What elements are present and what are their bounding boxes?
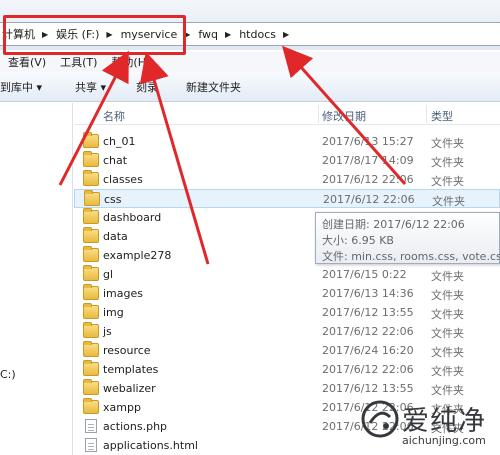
column-header-name[interactable]: 名称 xyxy=(103,108,125,124)
tooltip-line-size: 大小: 6.95 KB xyxy=(322,234,394,247)
tooltip-line-files: 文件: min.css, rooms.css, vote.css xyxy=(322,250,500,263)
share-button[interactable]: 共享 ▾ xyxy=(75,79,106,95)
command-bar: 到库中 ▾ 共享 ▾ 刻录 新建文件夹 xyxy=(0,72,500,102)
folder-icon xyxy=(83,208,99,224)
nav-drive-label[interactable]: C:) xyxy=(0,368,16,381)
folder-icon xyxy=(83,398,99,414)
folder-icon xyxy=(83,360,99,376)
folder-icon xyxy=(83,303,99,319)
watermark-logo-icon xyxy=(361,400,399,438)
column-header-type[interactable]: 类型 xyxy=(431,108,453,124)
folder-icon xyxy=(83,132,99,148)
chevron-right-icon[interactable]: ▶ xyxy=(220,30,237,39)
folder-icon xyxy=(84,190,100,206)
new-folder-button[interactable]: 新建文件夹 xyxy=(186,79,241,95)
breadcrumb-item-fwq[interactable]: fwq ▶ xyxy=(196,22,237,46)
navigation-pane[interactable] xyxy=(0,103,73,455)
watermark-url: aichunjing.com xyxy=(402,434,486,447)
file-icon xyxy=(85,419,97,433)
list-item[interactable]: img 2017/6/12 13:55 文件夹 xyxy=(74,303,500,322)
folder-icon xyxy=(83,170,99,186)
folder-icon xyxy=(83,246,99,262)
burn-button[interactable]: 刻录 xyxy=(136,79,158,95)
include-library-button[interactable]: 到库中 ▾ xyxy=(0,79,42,95)
folder-icon xyxy=(83,227,99,243)
folder-icon xyxy=(83,151,99,167)
column-headers: 名称 修改日期 类型 xyxy=(74,103,500,125)
list-item[interactable]: resource 2017/6/24 16:20 文件夹 xyxy=(74,341,500,360)
watermark: 爱纯净 aichunjing.com xyxy=(360,397,498,453)
annotation-highlight-box xyxy=(3,15,186,55)
folder-icon xyxy=(83,322,99,338)
menu-item-help[interactable]: 帮助(H) xyxy=(111,54,150,70)
file-tooltip: 创建日期: 2017/6/12 22:06 大小: 6.95 KB 文件: mi… xyxy=(315,212,500,264)
menu-item-view[interactable]: 查看(V) xyxy=(8,54,46,70)
list-item-selected[interactable]: css 2017/6/12 22:06 文件夹 xyxy=(74,189,500,208)
column-divider[interactable] xyxy=(318,105,319,123)
folder-icon xyxy=(83,284,99,300)
folder-icon xyxy=(83,341,99,357)
folder-icon xyxy=(83,379,99,395)
file-icon xyxy=(85,438,97,452)
column-divider[interactable] xyxy=(426,105,427,123)
chevron-right-icon[interactable]: ▶ xyxy=(278,30,295,39)
list-item[interactable]: classes 2017/6/12 22:06 文件夹 xyxy=(74,170,500,189)
folder-icon xyxy=(83,265,99,281)
watermark-title: 爱纯净 xyxy=(402,406,486,437)
list-item[interactable]: gl 2017/6/15 0:22 文件夹 xyxy=(74,265,500,284)
list-item[interactable]: templates 2017/6/12 22:06 文件夹 xyxy=(74,360,500,379)
list-item[interactable]: js 2017/6/12 22:06 文件夹 xyxy=(74,322,500,341)
breadcrumb-item-htdocs[interactable]: htdocs ▶ xyxy=(237,22,295,46)
list-item[interactable]: webalizer 2017/6/12 13:55 文件夹 xyxy=(74,379,500,398)
menu-bar: 查看(V) 工具(T) 帮助(H) xyxy=(0,52,500,72)
column-header-date[interactable]: 修改日期 xyxy=(322,108,366,124)
list-item[interactable]: images 2017/6/13 14:36 文件夹 xyxy=(74,284,500,303)
list-item[interactable]: chat 2017/8/17 14:09 文件夹 xyxy=(74,151,500,170)
tooltip-line-created: 创建日期: 2017/6/12 22:06 xyxy=(322,218,465,231)
list-item[interactable]: ch_01 2017/6/13 15:27 文件夹 xyxy=(74,132,500,151)
menu-item-tools[interactable]: 工具(T) xyxy=(60,54,97,70)
